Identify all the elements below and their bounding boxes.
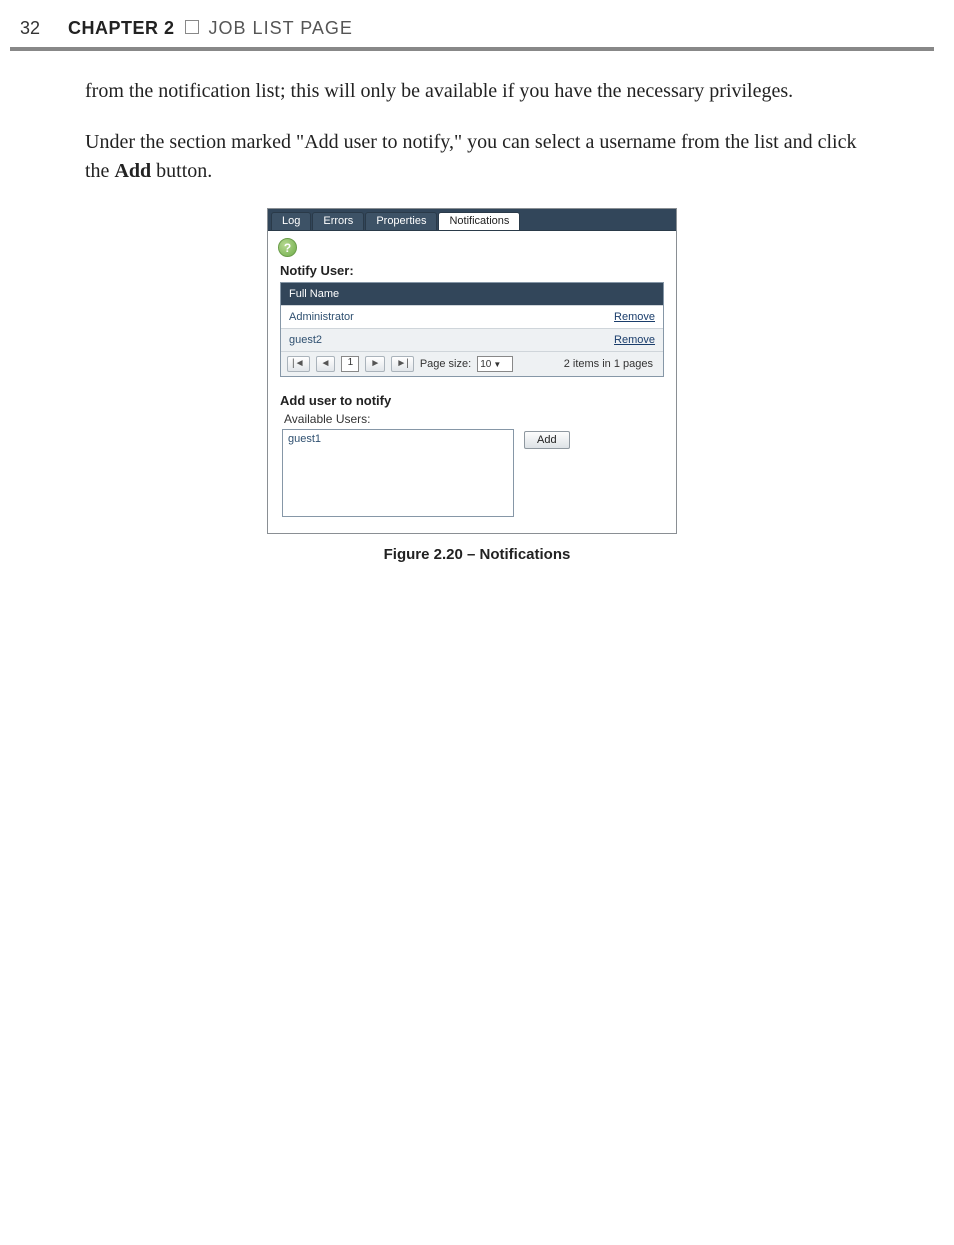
pager-summary: 2 items in 1 pages <box>564 358 653 370</box>
tab-properties[interactable]: Properties <box>365 212 437 230</box>
figure-caption: Figure 2.20 – Notifications <box>267 546 687 563</box>
page-size-label: Page size: <box>420 358 471 370</box>
table-row: guest2 Remove <box>281 328 663 351</box>
add-button[interactable]: Add <box>524 431 570 449</box>
pager-prev-button[interactable]: ◄ <box>316 356 336 372</box>
chevron-down-icon: ▼ <box>493 360 501 369</box>
page-size-select[interactable]: 10 ▼ <box>477 356 513 372</box>
page-size-value: 10 <box>480 359 491 370</box>
pager: |◄ ◄ 1 ► ►| Page size: 10 ▼ 2 items in 1… <box>281 351 663 376</box>
paragraph-1: from the notification list; this will on… <box>85 77 884 106</box>
add-user-area: guest1 Add <box>282 429 662 517</box>
add-user-section-label: Add user to notify <box>280 393 668 408</box>
pager-last-button[interactable]: ►| <box>391 356 414 372</box>
panel-body: ? Notify User: Full Name Administrator R… <box>268 231 676 533</box>
grid-header-fullname: Full Name <box>281 283 663 305</box>
user-name: guest2 <box>289 334 322 346</box>
notifications-screenshot: Log Errors Properties Notifications ? No… <box>267 208 677 534</box>
help-icon[interactable]: ? <box>278 238 297 257</box>
page-header: 32 CHAPTER 2 JOB LIST PAGE <box>0 18 954 47</box>
paragraph-2-bold: Add <box>114 160 151 182</box>
notify-user-label: Notify User: <box>280 263 668 278</box>
paragraph-2: Under the section marked "Add user to no… <box>85 128 884 186</box>
table-row: Administrator Remove <box>281 305 663 328</box>
remove-link[interactable]: Remove <box>614 311 655 323</box>
list-item[interactable]: guest1 <box>288 433 508 445</box>
tabstrip: Log Errors Properties Notifications <box>268 209 676 231</box>
remove-link[interactable]: Remove <box>614 334 655 346</box>
available-users-label: Available Users: <box>284 412 668 426</box>
tab-notifications[interactable]: Notifications <box>438 212 520 230</box>
body-text: from the notification list; this will on… <box>0 51 954 186</box>
tab-errors[interactable]: Errors <box>312 212 364 230</box>
pager-page-input[interactable]: 1 <box>341 356 359 372</box>
available-users-listbox[interactable]: guest1 <box>282 429 514 517</box>
page-number: 32 <box>20 18 40 39</box>
paragraph-2b: button. <box>151 160 212 182</box>
chapter-title: JOB LIST PAGE <box>209 18 353 39</box>
chapter-separator-icon <box>185 20 199 34</box>
notify-user-grid: Full Name Administrator Remove guest2 Re… <box>280 282 664 377</box>
pager-first-button[interactable]: |◄ <box>287 356 310 372</box>
figure-area: Log Errors Properties Notifications ? No… <box>267 208 687 563</box>
pager-next-button[interactable]: ► <box>365 356 385 372</box>
user-name: Administrator <box>289 311 354 323</box>
tab-log[interactable]: Log <box>271 212 311 230</box>
chapter-label: CHAPTER 2 <box>68 18 175 39</box>
